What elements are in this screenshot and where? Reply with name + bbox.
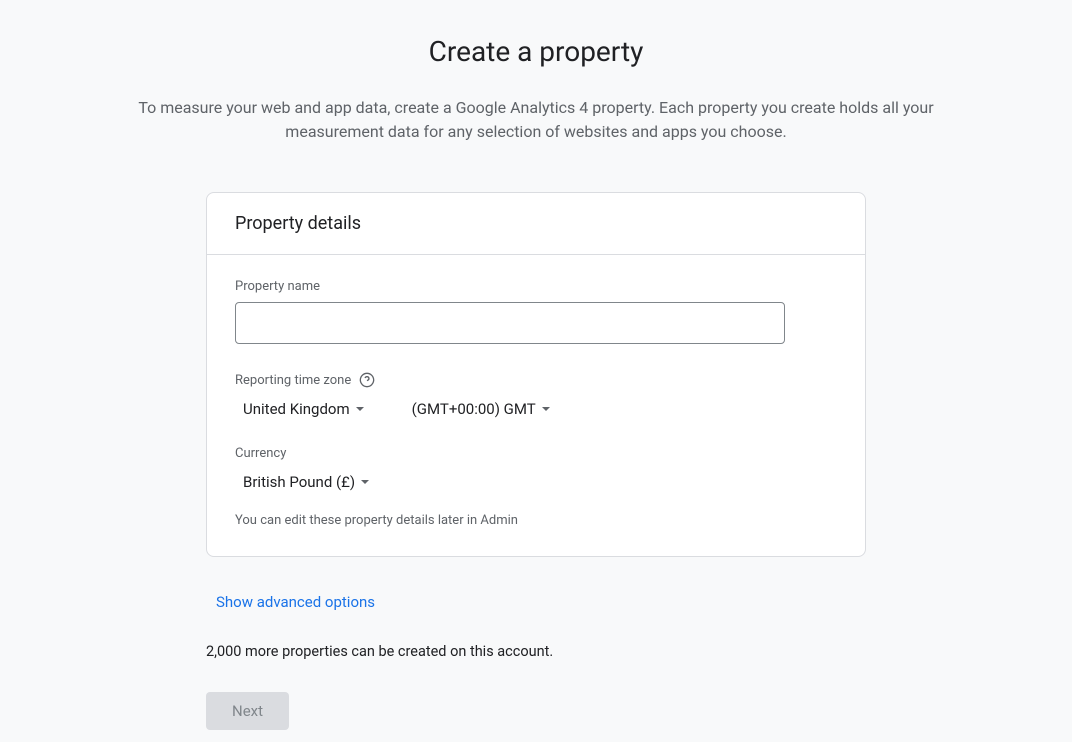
currency-label: Currency bbox=[235, 446, 837, 461]
timezone-value: (GMT+00:00) GMT bbox=[412, 400, 536, 418]
page-description: To measure your web and app data, create… bbox=[116, 96, 956, 144]
chevron-down-icon bbox=[356, 407, 364, 411]
card-header-title: Property details bbox=[235, 213, 837, 234]
show-advanced-options-link[interactable]: Show advanced options bbox=[206, 589, 385, 615]
property-name-input[interactable] bbox=[235, 302, 785, 344]
timezone-dropdown[interactable]: (GMT+00:00) GMT bbox=[404, 396, 558, 422]
quota-text: 2,000 more properties can be created on … bbox=[206, 643, 866, 660]
help-icon[interactable] bbox=[359, 372, 375, 388]
edit-note: You can edit these property details late… bbox=[235, 513, 837, 528]
country-value: United Kingdom bbox=[243, 400, 350, 418]
property-details-card: Property details Property name Reporting… bbox=[206, 192, 866, 557]
next-button[interactable]: Next bbox=[206, 692, 289, 730]
currency-value: British Pound (£) bbox=[243, 473, 355, 491]
timezone-label-text: Reporting time zone bbox=[235, 373, 351, 388]
page-title: Create a property bbox=[429, 35, 644, 68]
chevron-down-icon bbox=[542, 407, 550, 411]
timezone-label: Reporting time zone bbox=[235, 372, 837, 388]
chevron-down-icon bbox=[361, 480, 369, 484]
currency-dropdown[interactable]: British Pound (£) bbox=[235, 469, 377, 495]
property-name-label: Property name bbox=[235, 279, 837, 294]
card-header: Property details bbox=[207, 193, 865, 255]
country-dropdown[interactable]: United Kingdom bbox=[235, 396, 372, 422]
